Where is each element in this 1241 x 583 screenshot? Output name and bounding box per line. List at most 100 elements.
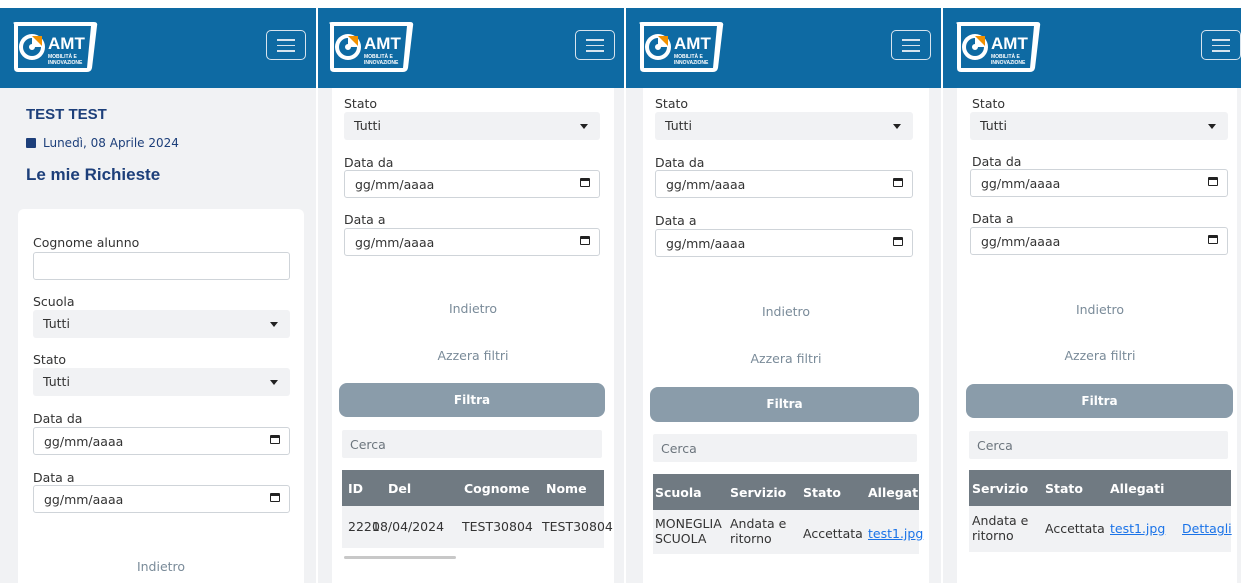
- svg-text:INNOVAZIONE: INNOVAZIONE: [674, 60, 709, 66]
- attachment-link[interactable]: test1.jpg: [868, 526, 923, 541]
- calendar-icon[interactable]: [580, 178, 590, 187]
- screen-4: AMT MOBILITÀ E INNOVAZIONE Stato Tutti D…: [943, 8, 1241, 583]
- hamburger-menu-icon[interactable]: [1201, 30, 1241, 60]
- filtra-button[interactable]: Filtra: [650, 387, 919, 422]
- col-servizio[interactable]: Servizio: [972, 481, 1028, 496]
- col-allegati[interactable]: Allegati: [1110, 481, 1164, 496]
- amt-logo[interactable]: AMT MOBILITÀ E INNOVAZIONE: [951, 18, 1043, 80]
- indietro-button[interactable]: Indietro: [18, 559, 304, 574]
- filtra-button[interactable]: Filtra: [966, 384, 1233, 418]
- current-date: Lunedì, 08 Aprile 2024: [43, 136, 179, 150]
- app-header: AMT MOBILITÀ E INNOVAZIONE: [943, 8, 1241, 88]
- svg-text:INNOVAZIONE: INNOVAZIONE: [48, 60, 83, 66]
- svg-text:MOBILITÀ E: MOBILITÀ E: [991, 53, 1021, 60]
- hamburger-menu-icon[interactable]: [266, 30, 306, 60]
- stato-label: Stato: [344, 96, 378, 111]
- svg-text:MOBILITÀ E: MOBILITÀ E: [48, 53, 78, 60]
- data-da-input[interactable]: gg/mm/aaaa: [970, 169, 1228, 197]
- chevron-down-icon: [270, 380, 278, 385]
- table-header: Scuola Servizio Stato Allegati: [653, 474, 922, 510]
- cell-servizio: Andata e ritorno: [972, 513, 1029, 543]
- calendar-icon[interactable]: [893, 178, 903, 187]
- data-a-input[interactable]: gg/mm/aaaa: [344, 228, 600, 256]
- amt-logo[interactable]: AMT MOBILITÀ E INNOVAZIONE: [324, 18, 416, 80]
- hamburger-menu-icon[interactable]: [575, 30, 615, 60]
- col-del[interactable]: Del: [388, 481, 411, 496]
- calendar-icon[interactable]: [580, 236, 590, 245]
- azzera-filtri-button[interactable]: Azzera filtri: [643, 351, 929, 366]
- search-input[interactable]: Cerca: [653, 434, 917, 462]
- horizontal-scrollbar[interactable]: [344, 556, 456, 559]
- cell-stato: Accettata: [1045, 521, 1105, 536]
- stato-select[interactable]: Tutti: [344, 112, 600, 140]
- screen-1: AMT MOBILITÀ E INNOVAZIONE TEST TEST Lun…: [0, 8, 316, 583]
- chevron-down-icon: [1208, 124, 1216, 129]
- col-cognome[interactable]: Cognome: [464, 481, 530, 496]
- table-row[interactable]: 2221 08/04/2024 TEST30804 TEST30804: [342, 506, 613, 548]
- filters-card: Cognome alunno Scuola Tutti Stato Tutti …: [18, 209, 304, 583]
- col-scuola[interactable]: Scuola: [655, 485, 702, 500]
- data-da-label: Data da: [33, 411, 83, 426]
- col-id[interactable]: ID: [348, 481, 363, 496]
- indietro-button[interactable]: Indietro: [643, 304, 929, 319]
- table-header: ID Del Cognome Nome: [342, 470, 604, 506]
- data-da-input[interactable]: gg/mm/aaaa: [655, 170, 913, 198]
- date-row: Lunedì, 08 Aprile 2024: [26, 136, 179, 150]
- app-header: AMT MOBILITÀ E INNOVAZIONE: [626, 8, 941, 88]
- cell-nome: TEST30804: [542, 519, 613, 534]
- data-da-label: Data da: [972, 154, 1022, 169]
- search-input[interactable]: Cerca: [969, 431, 1228, 459]
- attachment-link[interactable]: test1.jpg: [1110, 521, 1165, 536]
- data-a-input[interactable]: gg/mm/aaaa: [970, 227, 1228, 255]
- chevron-down-icon: [580, 124, 588, 129]
- scuola-label: Scuola: [33, 294, 75, 309]
- amt-logo[interactable]: AMT MOBILITÀ E INNOVAZIONE: [8, 18, 100, 80]
- azzera-filtri-button[interactable]: Azzera filtri: [332, 348, 614, 363]
- table-row[interactable]: Andata e ritorno Accettata test1.jpg Dett…: [969, 506, 1232, 552]
- app-header: AMT MOBILITÀ E INNOVAZIONE: [0, 8, 316, 88]
- table-row[interactable]: MONEGLIA SCUOLA Andata e ritorno Accettata…: [653, 510, 923, 554]
- svg-text:AMT: AMT: [364, 34, 401, 53]
- page-title: Le mie Richieste: [26, 165, 161, 184]
- filters-card: Stato Tutti Data da gg/mm/aaaa Data a gg…: [332, 88, 614, 583]
- dettagli-link[interactable]: Dettagli: [1182, 521, 1232, 536]
- scuola-select[interactable]: Tutti: [33, 310, 290, 338]
- filters-card: Stato Tutti Data da gg/mm/aaaa Data a gg…: [957, 88, 1237, 583]
- chevron-down-icon: [893, 124, 901, 129]
- amt-logo[interactable]: AMT MOBILITÀ E INNOVAZIONE: [634, 18, 726, 80]
- calendar-icon[interactable]: [270, 493, 280, 502]
- azzera-filtri-button[interactable]: Azzera filtri: [957, 348, 1241, 363]
- calendar-icon[interactable]: [1208, 235, 1218, 244]
- col-allegati[interactable]: Allegati: [868, 485, 922, 500]
- indietro-button[interactable]: Indietro: [332, 301, 614, 316]
- data-a-label: Data a: [655, 213, 697, 228]
- calendar-icon[interactable]: [1208, 177, 1218, 186]
- hamburger-menu-icon[interactable]: [891, 30, 931, 60]
- data-da-input[interactable]: gg/mm/aaaa: [33, 427, 290, 455]
- logo-text: AMT: [48, 34, 85, 53]
- cognome-input[interactable]: [33, 252, 290, 280]
- screen-2: AMT MOBILITÀ E INNOVAZIONE Stato Tutti D…: [318, 8, 624, 583]
- calendar-icon[interactable]: [270, 435, 280, 444]
- svg-text:MOBILITÀ E: MOBILITÀ E: [364, 53, 394, 60]
- stato-select[interactable]: Tutti: [655, 112, 913, 140]
- search-input[interactable]: Cerca: [342, 430, 602, 458]
- stato-select[interactable]: Tutti: [970, 112, 1228, 140]
- calendar-icon[interactable]: [893, 237, 903, 246]
- col-servizio[interactable]: Servizio: [730, 485, 786, 500]
- data-da-input[interactable]: gg/mm/aaaa: [344, 170, 600, 198]
- user-name: TEST TEST: [26, 106, 107, 123]
- cell-stato: Accettata: [803, 526, 863, 541]
- indietro-button[interactable]: Indietro: [957, 302, 1241, 317]
- stato-label: Stato: [972, 96, 1006, 111]
- cell-del: 08/04/2024: [372, 519, 445, 534]
- stato-select[interactable]: Tutti: [33, 368, 290, 396]
- col-stato[interactable]: Stato: [803, 485, 841, 500]
- filtra-button[interactable]: Filtra: [339, 383, 605, 417]
- data-a-label: Data a: [972, 211, 1014, 226]
- col-nome[interactable]: Nome: [546, 481, 587, 496]
- data-a-input[interactable]: gg/mm/aaaa: [655, 229, 913, 257]
- data-a-input[interactable]: gg/mm/aaaa: [33, 485, 290, 513]
- filters-card: Stato Tutti Data da gg/mm/aaaa Data a gg…: [643, 88, 929, 583]
- col-stato[interactable]: Stato: [1045, 481, 1083, 496]
